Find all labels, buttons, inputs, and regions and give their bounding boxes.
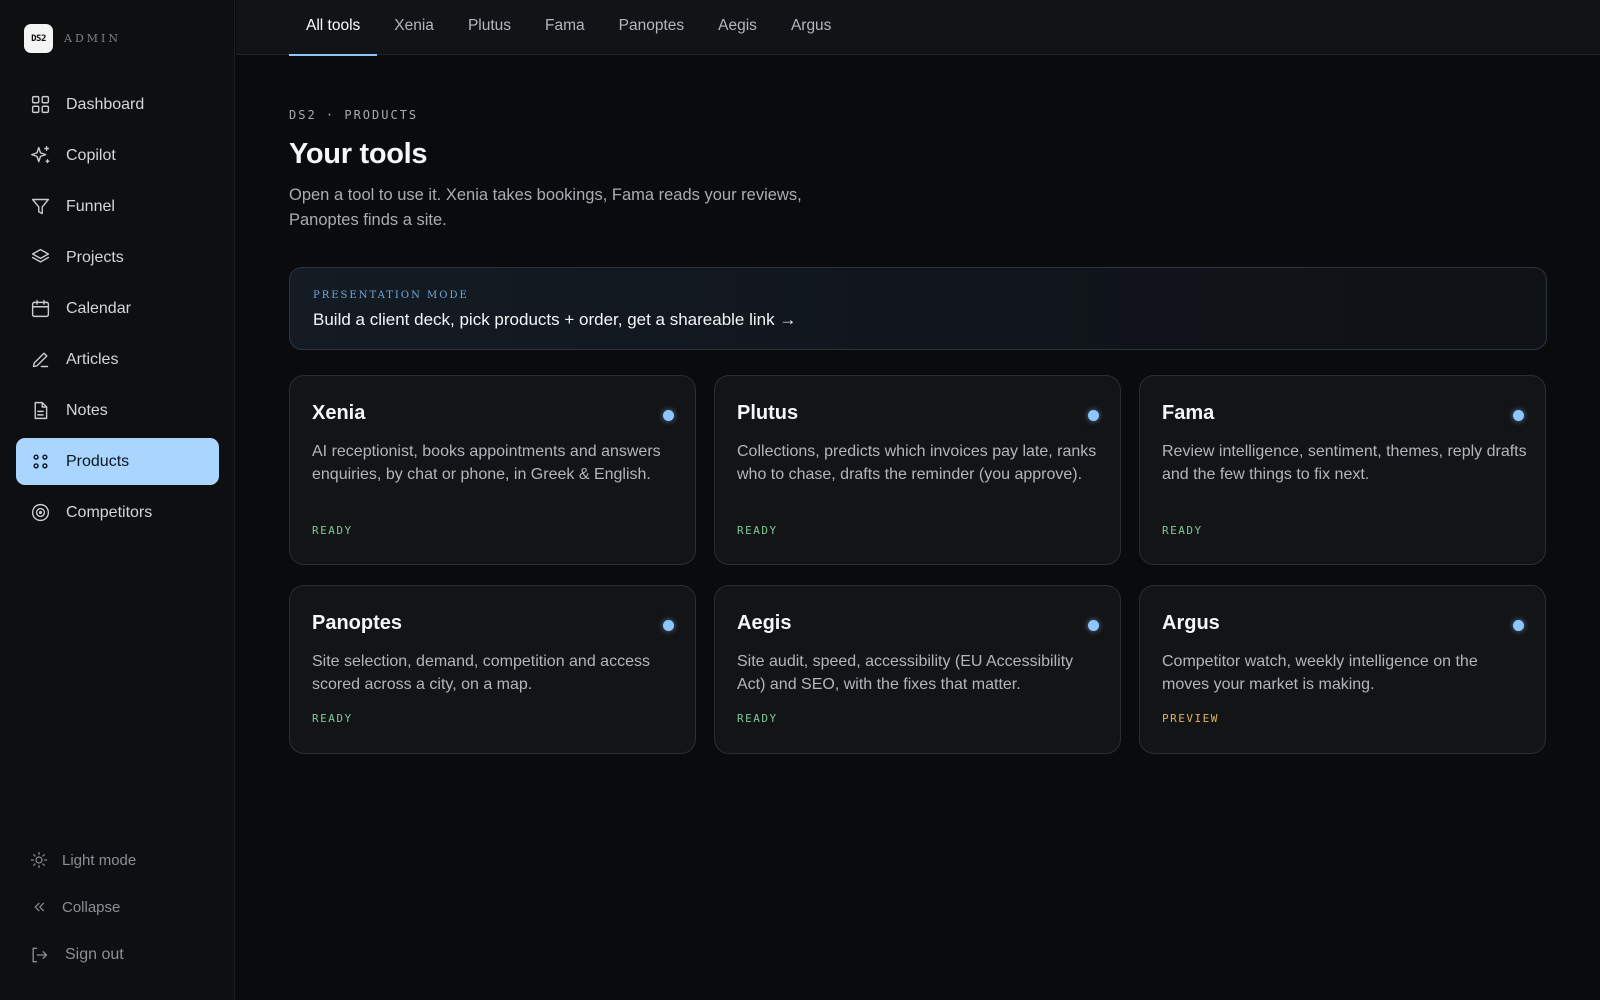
status-dot-icon xyxy=(1088,410,1099,421)
sparkle-icon xyxy=(29,145,51,167)
page-title: Your tools xyxy=(289,138,428,170)
sidebar-item-label: Notes xyxy=(66,401,108,419)
sidebar-item-competitors[interactable]: Competitors xyxy=(16,489,219,536)
tool-name: Xenia xyxy=(312,402,366,424)
double-chevron-left-icon xyxy=(28,896,50,918)
sidebar-item-label: Projects xyxy=(66,248,124,266)
brand-label: ADMIN xyxy=(64,32,121,45)
status-dot-icon xyxy=(1088,620,1099,631)
grid-icon xyxy=(29,94,51,116)
tool-description: Competitor watch, weekly intelligence on… xyxy=(1162,653,1478,693)
status-badge: READY xyxy=(312,712,353,725)
status-dot-icon xyxy=(1513,410,1524,421)
tool-card-plutus[interactable]: Plutus Collections, predicts which invoi… xyxy=(714,375,1121,565)
calendar-icon xyxy=(29,298,51,320)
sidebar-item-calendar[interactable]: Calendar xyxy=(16,285,219,332)
brand-logo[interactable]: DS2 xyxy=(24,24,53,53)
tab-fama[interactable]: Fama xyxy=(528,0,602,55)
light-mode-toggle[interactable]: Light mode xyxy=(16,838,219,882)
status-badge: READY xyxy=(737,524,778,537)
tool-name: Aegis xyxy=(737,612,792,634)
tool-card-panoptes[interactable]: Panoptes Site selection, demand, competi… xyxy=(289,585,696,754)
tab-aegis[interactable]: Aegis xyxy=(701,0,774,55)
status-badge: READY xyxy=(312,524,353,537)
breadcrumb: DS2 · PRODUCTS xyxy=(289,108,419,122)
tool-name: Panoptes xyxy=(312,612,403,634)
sign-out-button[interactable]: Sign out xyxy=(16,933,219,977)
tab-xenia[interactable]: Xenia xyxy=(377,0,451,55)
presentation-mode-banner[interactable]: PRESENTATION MODE Build a client deck, p… xyxy=(289,267,1547,350)
sidebar: DS2 ADMIN Dashboard Copilot Funnel Proje… xyxy=(0,0,235,1000)
sign-out-icon xyxy=(28,944,50,966)
status-badge: READY xyxy=(1162,524,1203,537)
sidebar-item-funnel[interactable]: Funnel xyxy=(16,183,219,230)
sidebar-item-dashboard[interactable]: Dashboard xyxy=(16,81,219,128)
sidebar-item-products[interactable]: Products xyxy=(16,438,219,485)
tool-card-xenia[interactable]: Xenia AI receptionist, books appointment… xyxy=(289,375,696,565)
collapse-label: Collapse xyxy=(62,898,121,916)
tool-description: AI receptionist, books appointments and … xyxy=(312,443,661,483)
brand[interactable]: DS2 ADMIN xyxy=(24,24,121,53)
top-tab-bar: All tools Xenia Plutus Fama Panoptes Aeg… xyxy=(236,0,1600,56)
sidebar-item-label: Dashboard xyxy=(66,95,145,113)
sidebar-item-projects[interactable]: Projects xyxy=(16,234,219,281)
status-badge: PREVIEW xyxy=(1162,712,1219,725)
status-dot-icon xyxy=(663,620,674,631)
tool-card-aegis[interactable]: Aegis Site audit, speed, accessibility (… xyxy=(714,585,1121,754)
document-icon xyxy=(29,400,51,422)
sidebar-item-label: Articles xyxy=(66,350,119,368)
tool-description: Review intelligence, sentiment, themes, … xyxy=(1162,443,1527,483)
tool-tabs: All tools Xenia Plutus Fama Panoptes Aeg… xyxy=(289,0,849,56)
tool-name: Plutus xyxy=(737,402,799,424)
sidebar-item-label: Products xyxy=(66,452,130,470)
sidebar-footer: Light mode Collapse Sign out xyxy=(16,838,219,980)
tool-description: Site selection, demand, competition and … xyxy=(312,653,650,693)
sidebar-item-copilot[interactable]: Copilot xyxy=(16,132,219,179)
page-subtitle: Open a tool to use it. Xenia takes booki… xyxy=(289,186,802,229)
dots-grid-icon xyxy=(29,451,51,473)
funnel-icon xyxy=(29,196,51,218)
status-dot-icon xyxy=(663,410,674,421)
tab-all-tools[interactable]: All tools xyxy=(289,0,378,56)
tool-card-argus[interactable]: Argus Competitor watch, weekly intellige… xyxy=(1139,585,1546,754)
sidebar-nav: Dashboard Copilot Funnel Projects Calend… xyxy=(16,81,219,540)
target-icon xyxy=(29,502,51,524)
sidebar-item-notes[interactable]: Notes xyxy=(16,387,219,434)
tool-card-fama[interactable]: Fama Review intelligence, sentiment, the… xyxy=(1139,375,1546,565)
sidebar-item-label: Calendar xyxy=(66,299,131,317)
tool-name: Fama xyxy=(1162,402,1215,424)
promo-link[interactable]: Build a client deck, pick products + ord… xyxy=(313,310,796,330)
tab-plutus[interactable]: Plutus xyxy=(451,0,528,55)
tool-name: Argus xyxy=(1162,612,1220,634)
status-badge: READY xyxy=(737,712,778,725)
promo-eyebrow: PRESENTATION MODE xyxy=(313,290,469,301)
tab-argus[interactable]: Argus xyxy=(774,0,849,55)
layers-icon xyxy=(29,247,51,269)
sidebar-item-articles[interactable]: Articles xyxy=(16,336,219,383)
tool-description: Collections, predicts which invoices pay… xyxy=(737,443,1097,483)
collapse-button[interactable]: Collapse xyxy=(16,885,219,929)
tab-panoptes[interactable]: Panoptes xyxy=(602,0,702,55)
sign-out-label: Sign out xyxy=(65,946,124,963)
pen-icon xyxy=(29,349,51,371)
sidebar-item-label: Copilot xyxy=(66,146,116,164)
tool-description: Site audit, speed, accessibility (EU Acc… xyxy=(737,653,1074,693)
sidebar-item-label: Funnel xyxy=(66,197,115,215)
sun-icon xyxy=(28,849,50,871)
light-mode-label: Light mode xyxy=(62,851,137,869)
status-dot-icon xyxy=(1513,620,1524,631)
sidebar-item-label: Competitors xyxy=(66,503,153,521)
